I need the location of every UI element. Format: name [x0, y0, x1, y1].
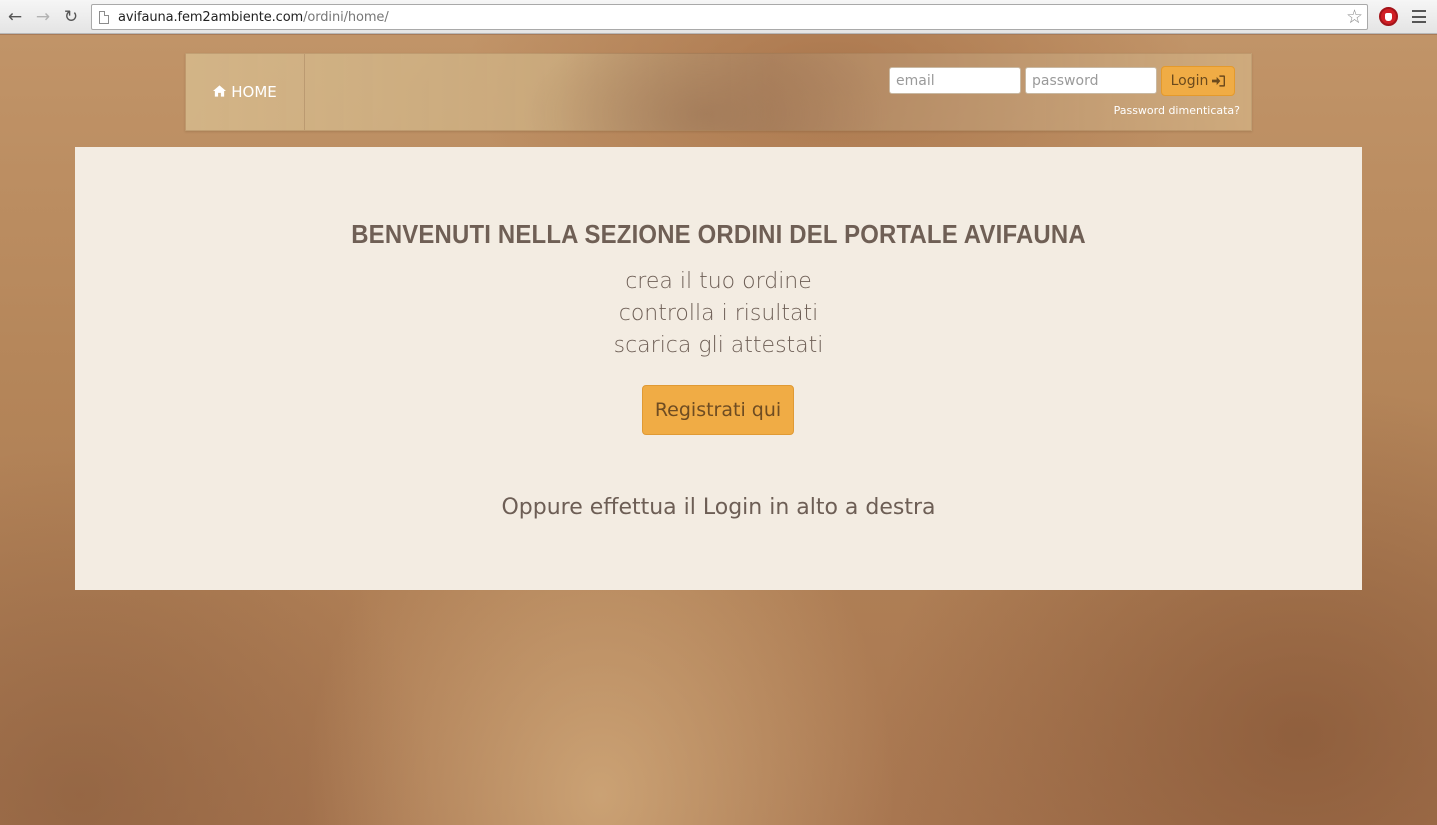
top-navbar: HOME Login Password dimenticata?	[185, 53, 1252, 131]
forward-icon[interactable]: →	[29, 3, 57, 31]
feature-line-check-results: controlla i risultati	[618, 301, 819, 326]
adblock-extension-icon[interactable]	[1379, 7, 1398, 26]
login-button[interactable]: Login	[1161, 66, 1235, 96]
feature-line-download-certificates: scarica gli attestati	[613, 333, 824, 358]
url-path: /ordini/home/	[303, 9, 389, 25]
browser-toolbar: ← → ↻ avifauna.fem2ambiente.com/ordini/h…	[0, 0, 1437, 34]
welcome-headline: BENVENUTI NELLA SEZIONE ORDINI DEL PORTA…	[351, 219, 1086, 249]
forgot-password-link[interactable]: Password dimenticata?	[889, 104, 1240, 117]
home-icon	[213, 85, 227, 97]
page-background: HOME Login Password dimenticata? BENVENU…	[0, 35, 1437, 825]
login-hint-text: Oppure effettua il Login in alto a destr…	[501, 495, 936, 520]
register-button[interactable]: Registrati qui	[642, 385, 794, 435]
page-icon	[99, 10, 109, 24]
url-host: avifauna.fem2ambiente.com	[118, 9, 304, 25]
url-text: avifauna.fem2ambiente.com/ordini/home/	[118, 10, 389, 25]
nav-home-link[interactable]: HOME	[186, 54, 305, 130]
email-input[interactable]	[889, 67, 1021, 94]
welcome-panel: BENVENUTI NELLA SEZIONE ORDINI DEL PORTA…	[75, 147, 1362, 590]
back-icon[interactable]: ←	[1, 3, 29, 31]
nav-home-label: HOME	[231, 83, 277, 101]
password-input[interactable]	[1025, 67, 1157, 94]
browser-menu-icon[interactable]	[1412, 10, 1426, 23]
address-bar[interactable]: avifauna.fem2ambiente.com/ordini/home/ ☆	[91, 4, 1368, 30]
login-button-label: Login	[1170, 73, 1209, 89]
feature-line-create-order: crea il tuo ordine	[625, 269, 812, 294]
sign-in-icon	[1212, 75, 1226, 87]
bookmark-star-icon[interactable]: ☆	[1346, 6, 1363, 28]
reload-icon[interactable]: ↻	[57, 3, 85, 31]
